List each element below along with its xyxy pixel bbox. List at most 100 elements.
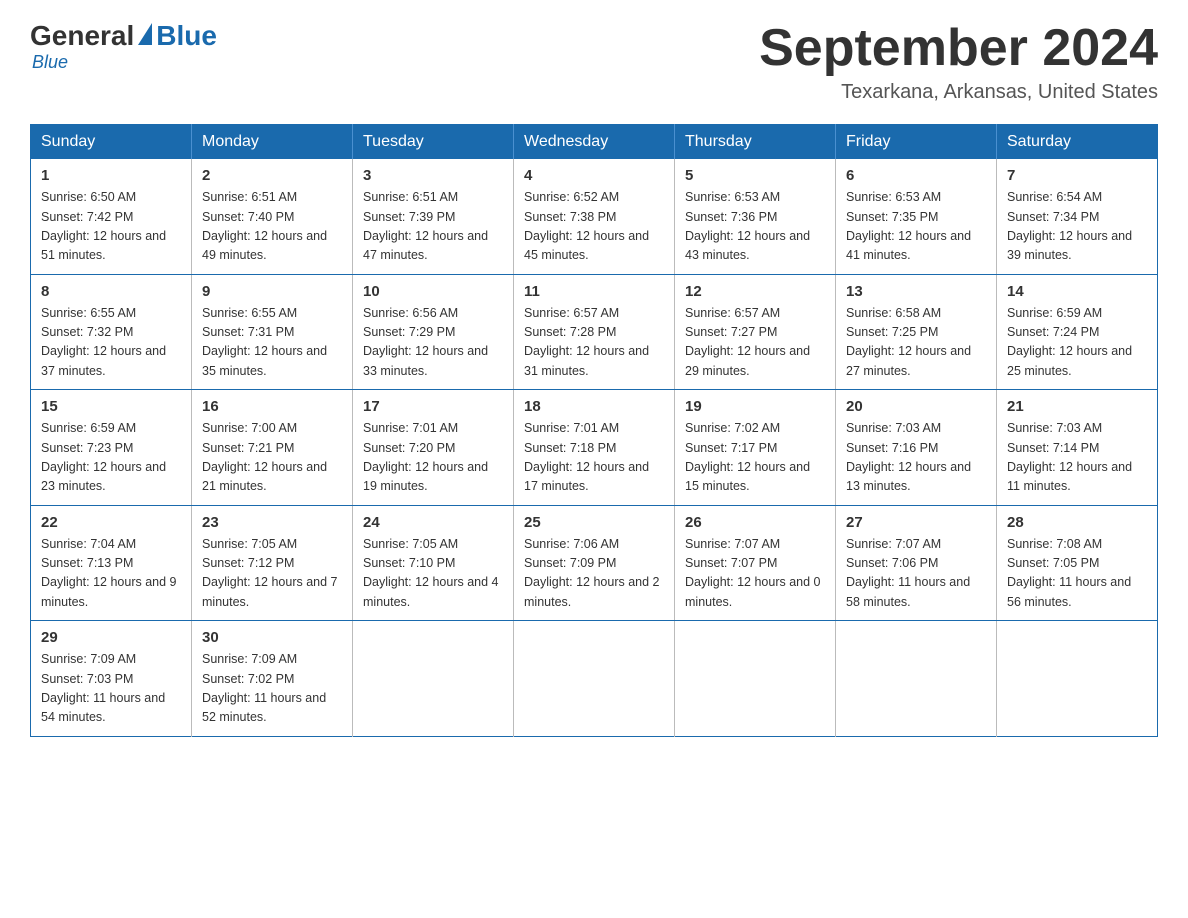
day-info: Sunrise: 6:53 AMSunset: 7:35 PMDaylight:…: [846, 188, 986, 266]
day-number: 23: [202, 514, 342, 531]
day-info: Sunrise: 6:50 AMSunset: 7:42 PMDaylight:…: [41, 188, 181, 266]
calendar-cell: 2 Sunrise: 6:51 AMSunset: 7:40 PMDaylight…: [192, 159, 353, 274]
day-number: 19: [685, 398, 825, 415]
calendar-cell: 22 Sunrise: 7:04 AMSunset: 7:13 PMDayligh…: [31, 505, 192, 621]
day-info: Sunrise: 6:51 AMSunset: 7:39 PMDaylight:…: [363, 188, 503, 266]
calendar-cell: [997, 621, 1158, 737]
calendar-cell: 10 Sunrise: 6:56 AMSunset: 7:29 PMDayligh…: [353, 274, 514, 390]
calendar-cell: 14 Sunrise: 6:59 AMSunset: 7:24 PMDayligh…: [997, 274, 1158, 390]
day-info: Sunrise: 6:52 AMSunset: 7:38 PMDaylight:…: [524, 188, 664, 266]
day-info: Sunrise: 7:07 AMSunset: 7:07 PMDaylight:…: [685, 535, 825, 613]
calendar-cell: 23 Sunrise: 7:05 AMSunset: 7:12 PMDayligh…: [192, 505, 353, 621]
day-info: Sunrise: 6:57 AMSunset: 7:28 PMDaylight:…: [524, 304, 664, 382]
day-number: 3: [363, 167, 503, 184]
day-info: Sunrise: 7:08 AMSunset: 7:05 PMDaylight:…: [1007, 535, 1147, 613]
calendar-week-row: 29Sunrise: 7:09 AMSunset: 7:03 PMDayligh…: [31, 621, 1158, 737]
calendar-cell: 11 Sunrise: 6:57 AMSunset: 7:28 PMDayligh…: [514, 274, 675, 390]
calendar-cell: 9 Sunrise: 6:55 AMSunset: 7:31 PMDaylight…: [192, 274, 353, 390]
day-number: 1: [41, 167, 181, 184]
day-number: 11: [524, 283, 664, 300]
location-subtitle: Texarkana, Arkansas, United States: [759, 81, 1158, 104]
weekday-header-thursday: Thursday: [675, 125, 836, 160]
day-number: 18: [524, 398, 664, 415]
day-info: Sunrise: 7:03 AMSunset: 7:16 PMDaylight:…: [846, 419, 986, 497]
calendar-cell: 21Sunrise: 7:03 AMSunset: 7:14 PMDayligh…: [997, 390, 1158, 506]
day-info: Sunrise: 7:00 AMSunset: 7:21 PMDaylight:…: [202, 419, 342, 497]
day-number: 30: [202, 629, 342, 646]
day-info: Sunrise: 7:05 AMSunset: 7:12 PMDaylight:…: [202, 535, 342, 613]
day-number: 2: [202, 167, 342, 184]
day-info: Sunrise: 7:01 AMSunset: 7:18 PMDaylight:…: [524, 419, 664, 497]
calendar-cell: 16 Sunrise: 7:00 AMSunset: 7:21 PMDayligh…: [192, 390, 353, 506]
day-number: 29: [41, 629, 181, 646]
calendar-cell: 15Sunrise: 6:59 AMSunset: 7:23 PMDayligh…: [31, 390, 192, 506]
title-section: September 2024 Texarkana, Arkansas, Unit…: [759, 20, 1158, 104]
day-number: 6: [846, 167, 986, 184]
day-number: 27: [846, 514, 986, 531]
day-number: 9: [202, 283, 342, 300]
day-number: 15: [41, 398, 181, 415]
day-number: 8: [41, 283, 181, 300]
calendar-week-row: 8 Sunrise: 6:55 AMSunset: 7:32 PMDaylight…: [31, 274, 1158, 390]
weekday-header-monday: Monday: [192, 125, 353, 160]
day-number: 20: [846, 398, 986, 415]
calendar-cell: 25Sunrise: 7:06 AMSunset: 7:09 PMDayligh…: [514, 505, 675, 621]
day-info: Sunrise: 6:55 AMSunset: 7:31 PMDaylight:…: [202, 304, 342, 382]
day-info: Sunrise: 6:55 AMSunset: 7:32 PMDaylight:…: [41, 304, 181, 382]
calendar-week-row: 15Sunrise: 6:59 AMSunset: 7:23 PMDayligh…: [31, 390, 1158, 506]
calendar-week-row: 1 Sunrise: 6:50 AMSunset: 7:42 PMDaylight…: [31, 159, 1158, 274]
day-info: Sunrise: 6:51 AMSunset: 7:40 PMDaylight:…: [202, 188, 342, 266]
weekday-header-saturday: Saturday: [997, 125, 1158, 160]
weekday-header-tuesday: Tuesday: [353, 125, 514, 160]
day-info: Sunrise: 7:06 AMSunset: 7:09 PMDaylight:…: [524, 535, 664, 613]
calendar-cell: 18 Sunrise: 7:01 AMSunset: 7:18 PMDayligh…: [514, 390, 675, 506]
calendar-cell: 8 Sunrise: 6:55 AMSunset: 7:32 PMDaylight…: [31, 274, 192, 390]
calendar-cell: 19 Sunrise: 7:02 AMSunset: 7:17 PMDayligh…: [675, 390, 836, 506]
day-info: Sunrise: 7:02 AMSunset: 7:17 PMDaylight:…: [685, 419, 825, 497]
weekday-header-friday: Friday: [836, 125, 997, 160]
calendar-table: SundayMondayTuesdayWednesdayThursdayFrid…: [30, 124, 1158, 737]
day-number: 28: [1007, 514, 1147, 531]
day-number: 7: [1007, 167, 1147, 184]
month-title: September 2024: [759, 20, 1158, 77]
calendar-cell: 27 Sunrise: 7:07 AMSunset: 7:06 PMDayligh…: [836, 505, 997, 621]
day-number: 4: [524, 167, 664, 184]
calendar-cell: [353, 621, 514, 737]
calendar-week-row: 22 Sunrise: 7:04 AMSunset: 7:13 PMDayligh…: [31, 505, 1158, 621]
day-info: Sunrise: 6:56 AMSunset: 7:29 PMDaylight:…: [363, 304, 503, 382]
day-info: Sunrise: 6:54 AMSunset: 7:34 PMDaylight:…: [1007, 188, 1147, 266]
logo-triangle-icon: [138, 23, 152, 45]
calendar-cell: 28 Sunrise: 7:08 AMSunset: 7:05 PMDayligh…: [997, 505, 1158, 621]
logo-blue-text: Blue: [156, 20, 217, 52]
calendar-cell: 6 Sunrise: 6:53 AMSunset: 7:35 PMDaylight…: [836, 159, 997, 274]
calendar-cell: 3 Sunrise: 6:51 AMSunset: 7:39 PMDaylight…: [353, 159, 514, 274]
calendar-cell: 17Sunrise: 7:01 AMSunset: 7:20 PMDayligh…: [353, 390, 514, 506]
day-info: Sunrise: 6:59 AMSunset: 7:24 PMDaylight:…: [1007, 304, 1147, 382]
calendar-cell: 20 Sunrise: 7:03 AMSunset: 7:16 PMDayligh…: [836, 390, 997, 506]
calendar-cell: 26 Sunrise: 7:07 AMSunset: 7:07 PMDayligh…: [675, 505, 836, 621]
logo: General Blue Blue: [30, 20, 217, 73]
day-info: Sunrise: 7:04 AMSunset: 7:13 PMDaylight:…: [41, 535, 181, 613]
day-number: 14: [1007, 283, 1147, 300]
day-info: Sunrise: 6:57 AMSunset: 7:27 PMDaylight:…: [685, 304, 825, 382]
day-info: Sunrise: 7:05 AMSunset: 7:10 PMDaylight:…: [363, 535, 503, 613]
calendar-cell: [514, 621, 675, 737]
day-number: 5: [685, 167, 825, 184]
day-number: 21: [1007, 398, 1147, 415]
day-number: 10: [363, 283, 503, 300]
calendar-cell: 13Sunrise: 6:58 AMSunset: 7:25 PMDayligh…: [836, 274, 997, 390]
weekday-header-sunday: Sunday: [31, 125, 192, 160]
day-number: 13: [846, 283, 986, 300]
calendar-cell: 30Sunrise: 7:09 AMSunset: 7:02 PMDayligh…: [192, 621, 353, 737]
calendar-cell: 1 Sunrise: 6:50 AMSunset: 7:42 PMDaylight…: [31, 159, 192, 274]
day-number: 16: [202, 398, 342, 415]
logo-general-text: General: [30, 20, 134, 52]
day-number: 22: [41, 514, 181, 531]
calendar-cell: 24Sunrise: 7:05 AMSunset: 7:10 PMDayligh…: [353, 505, 514, 621]
calendar-cell: [675, 621, 836, 737]
day-number: 26: [685, 514, 825, 531]
calendar-cell: [836, 621, 997, 737]
day-info: Sunrise: 7:07 AMSunset: 7:06 PMDaylight:…: [846, 535, 986, 613]
weekday-header-wednesday: Wednesday: [514, 125, 675, 160]
day-number: 17: [363, 398, 503, 415]
